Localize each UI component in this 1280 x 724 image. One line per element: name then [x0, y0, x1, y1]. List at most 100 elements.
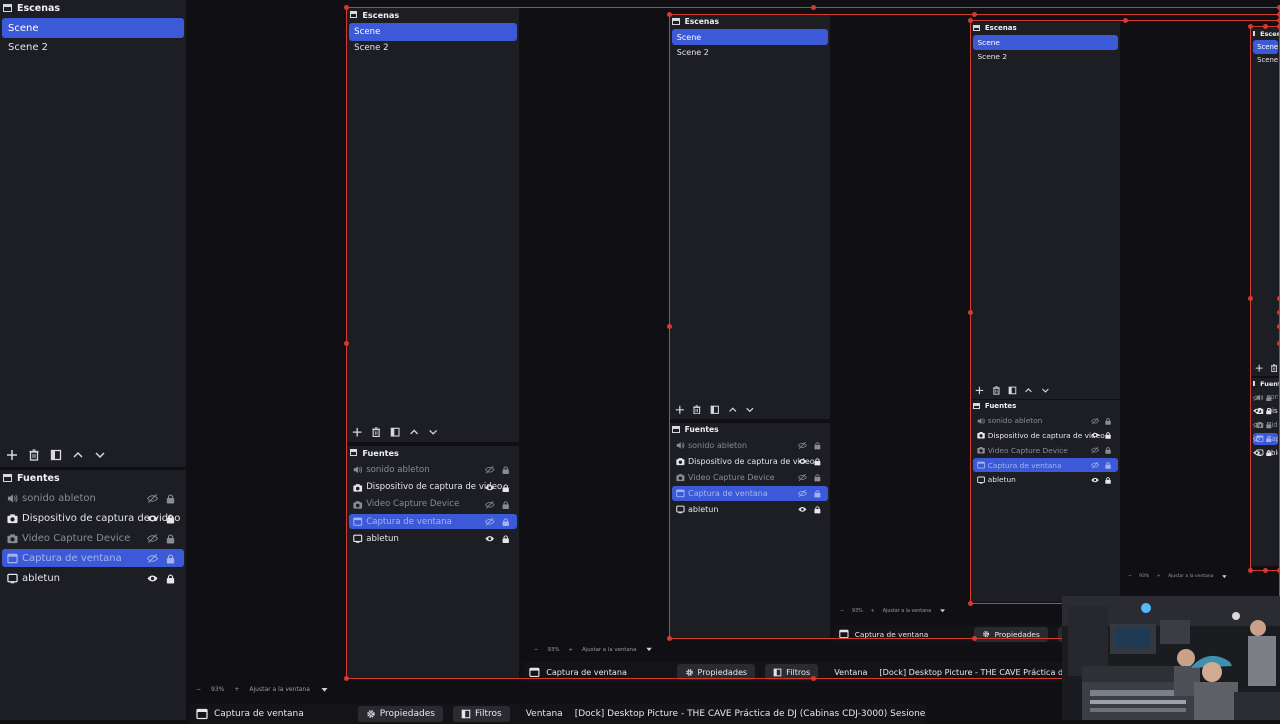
- resize-handle[interactable]: [344, 341, 349, 346]
- eye-icon[interactable]: [1091, 476, 1099, 484]
- source-item[interactable]: abletun: [1253, 446, 1278, 458]
- lock-icon[interactable]: [1265, 407, 1273, 415]
- resize-handle[interactable]: [1248, 296, 1253, 301]
- lock-icon[interactable]: [813, 489, 822, 498]
- chevron-down-icon[interactable]: [939, 607, 946, 614]
- scene-item[interactable]: Scene 2: [1253, 54, 1278, 68]
- lock-icon[interactable]: [501, 517, 510, 526]
- resize-handle[interactable]: [811, 676, 816, 681]
- add-scene-button[interactable]: [1255, 364, 1263, 372]
- source-item[interactable]: Video Capture Device: [349, 497, 517, 512]
- move-scene-up-button[interactable]: [72, 449, 84, 461]
- eye-slash-icon[interactable]: [1253, 394, 1260, 402]
- source-item[interactable]: Dispositivo de captura de video: [349, 480, 517, 495]
- eye-icon[interactable]: [485, 483, 494, 492]
- eye-icon[interactable]: [798, 457, 807, 466]
- add-scene-button[interactable]: [352, 427, 362, 437]
- remove-scene-button[interactable]: [692, 405, 702, 415]
- eye-slash-icon[interactable]: [147, 493, 158, 504]
- resize-handle[interactable]: [1123, 18, 1128, 23]
- scene-item-selected[interactable]: Scene: [672, 29, 828, 45]
- eye-slash-icon[interactable]: [1091, 446, 1099, 454]
- lock-icon[interactable]: [1265, 435, 1273, 443]
- eye-slash-icon[interactable]: [1091, 461, 1099, 469]
- move-scene-up-button[interactable]: [728, 405, 738, 415]
- lock-icon[interactable]: [1104, 461, 1112, 469]
- zoom-in-button[interactable]: +: [234, 686, 239, 693]
- source-item[interactable]: Captura de ventana: [1253, 433, 1278, 445]
- move-scene-down-button[interactable]: [94, 449, 106, 461]
- scene-item[interactable]: Scene 2: [2, 37, 184, 57]
- eye-slash-icon[interactable]: [798, 441, 807, 450]
- source-item[interactable]: abletun: [349, 531, 517, 546]
- resize-handle[interactable]: [1263, 568, 1268, 573]
- lock-icon[interactable]: [813, 441, 822, 450]
- resize-handle[interactable]: [344, 676, 349, 681]
- source-item[interactable]: Dispositivo de captura de video: [672, 454, 828, 468]
- resize-handle[interactable]: [667, 324, 672, 329]
- lock-icon[interactable]: [1104, 417, 1112, 425]
- add-scene-button[interactable]: [6, 449, 18, 461]
- source-item[interactable]: Video Capture Device: [2, 529, 184, 547]
- scene-filters-button[interactable]: [1008, 386, 1017, 395]
- scene-filters-button[interactable]: [50, 449, 62, 461]
- eye-icon[interactable]: [1091, 431, 1099, 439]
- lock-icon[interactable]: [165, 553, 176, 564]
- zoom-out-button[interactable]: −: [196, 686, 201, 693]
- scene-item[interactable]: Scene 2: [973, 49, 1118, 64]
- fit-to-window-button[interactable]: Ajustar a la ventana: [249, 686, 310, 693]
- remove-scene-button[interactable]: [371, 427, 381, 437]
- resize-handle[interactable]: [968, 601, 973, 606]
- move-scene-down-button[interactable]: [1041, 386, 1050, 395]
- resize-handle[interactable]: [667, 636, 672, 641]
- lock-icon[interactable]: [501, 465, 510, 474]
- source-item[interactable]: Captura de ventana: [2, 549, 184, 567]
- zoom-in-button[interactable]: +: [871, 609, 875, 614]
- lock-icon[interactable]: [501, 534, 510, 543]
- lock-icon[interactable]: [813, 473, 822, 482]
- resize-handle[interactable]: [972, 636, 977, 641]
- zoom-in-button[interactable]: +: [569, 647, 574, 653]
- eye-slash-icon[interactable]: [798, 473, 807, 482]
- lock-icon[interactable]: [1265, 449, 1273, 457]
- source-item[interactable]: Video Capture Device: [1253, 419, 1278, 431]
- source-item[interactable]: sonido ableton: [672, 438, 828, 452]
- source-item[interactable]: Captura de ventana: [672, 486, 828, 500]
- window-select[interactable]: [Dock] Desktop Picture - THE CAVE Prácti…: [879, 667, 1067, 677]
- zoom-out-button[interactable]: −: [534, 647, 539, 653]
- source-item[interactable]: sonido ableton: [2, 489, 184, 507]
- eye-icon[interactable]: [798, 505, 807, 514]
- lock-icon[interactable]: [1265, 394, 1273, 402]
- eye-slash-icon[interactable]: [147, 553, 158, 564]
- chevron-down-icon[interactable]: [645, 645, 653, 653]
- source-item[interactable]: Video Capture Device: [672, 470, 828, 484]
- eye-icon[interactable]: [1253, 449, 1260, 457]
- lock-icon[interactable]: [1265, 421, 1273, 429]
- lock-icon[interactable]: [165, 573, 176, 584]
- source-item[interactable]: abletun: [973, 473, 1118, 486]
- zoom-out-button[interactable]: −: [1128, 574, 1132, 579]
- scene-item-selected[interactable]: Scene: [349, 23, 517, 40]
- source-item[interactable]: Dispositivo de captura de video: [973, 429, 1118, 442]
- scene-item-selected[interactable]: Scene: [973, 35, 1118, 50]
- lock-icon[interactable]: [165, 493, 176, 504]
- move-scene-down-button[interactable]: [428, 427, 438, 437]
- remove-scene-button[interactable]: [28, 449, 40, 461]
- zoom-in-button[interactable]: +: [1157, 574, 1161, 579]
- source-item[interactable]: Video Capture Device: [973, 444, 1118, 457]
- scene-item-selected[interactable]: Scene: [1253, 40, 1278, 54]
- resize-handle[interactable]: [1263, 24, 1268, 29]
- remove-scene-button[interactable]: [992, 386, 1001, 395]
- lock-icon[interactable]: [165, 533, 176, 544]
- fit-to-window-button[interactable]: Ajustar a la ventana: [883, 609, 931, 614]
- lock-icon[interactable]: [1104, 446, 1112, 454]
- fit-to-window-button[interactable]: Ajustar a la ventana: [1168, 574, 1213, 579]
- window-select[interactable]: [Dock] Desktop Picture - THE CAVE Prácti…: [575, 709, 926, 719]
- resize-handle[interactable]: [344, 5, 349, 10]
- zoom-out-button[interactable]: −: [840, 609, 844, 614]
- move-scene-up-button[interactable]: [409, 427, 419, 437]
- properties-button[interactable]: Propiedades: [974, 627, 1047, 642]
- lock-icon[interactable]: [813, 457, 822, 466]
- resize-handle[interactable]: [1248, 568, 1253, 573]
- fit-to-window-button[interactable]: Ajustar a la ventana: [582, 647, 636, 653]
